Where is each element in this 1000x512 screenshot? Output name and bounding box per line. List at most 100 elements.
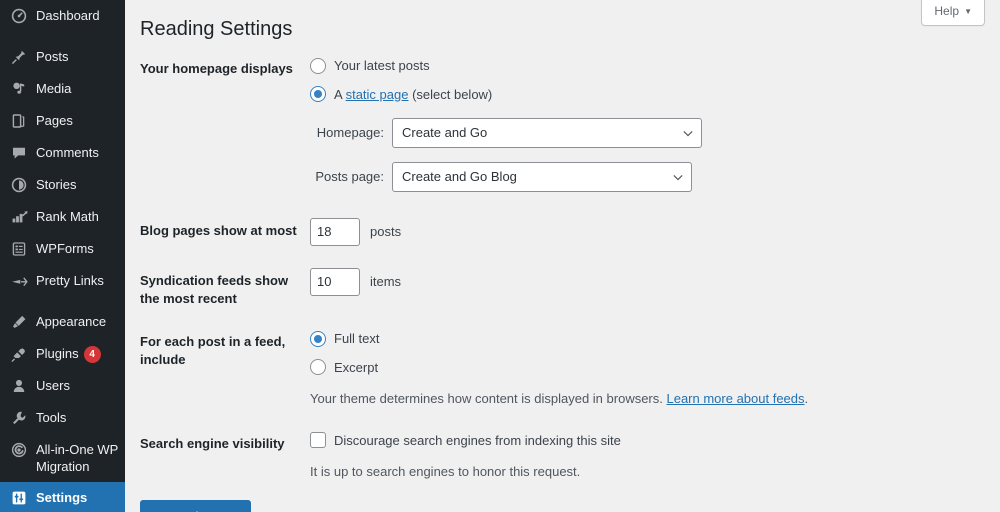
learn-more-feeds-link[interactable]: Learn more about feeds [666, 391, 804, 406]
posts-page-select[interactable]: Create and Go Blog [392, 162, 692, 192]
sidebar-item-label: Pretty Links [36, 273, 104, 288]
radio-latest-posts-label: Your latest posts [334, 58, 430, 73]
sidebar-item-label: Appearance [36, 314, 107, 329]
checkbox-discourage-search-label: Discourage search engines from indexing … [334, 432, 621, 448]
tools-icon [9, 409, 29, 427]
help-tab-wrapper: Help ▼ [921, 0, 985, 26]
appearance-icon [9, 313, 29, 331]
sidebar-item-label: Tools [36, 410, 67, 426]
posts-page-select-value: Create and Go Blog [402, 169, 517, 185]
static-page-text-before: A [334, 86, 346, 102]
row-syndication: Syndication feeds show the most recent 1… [140, 256, 920, 317]
radio-static-page-control[interactable] [310, 86, 326, 103]
sidebar-item-rank-math[interactable]: Rank Math [0, 201, 125, 233]
label-syndication: Syndication feeds show the most recent [140, 273, 289, 306]
main-content-area: Help ▼ Reading Settings Your homepage dis… [125, 0, 1000, 512]
row-blog-pages: Blog pages show at most 18 posts [140, 206, 920, 256]
media-icon [9, 80, 29, 98]
sidebar-item-pretty-links[interactable]: Pretty Links [0, 265, 125, 297]
feed-desc-before: Your theme determines how content is dis… [310, 391, 667, 407]
sidebar-item-label: Posts [36, 49, 69, 64]
help-button[interactable]: Help ▼ [921, 0, 985, 26]
sidebar-item-label: Stories [36, 177, 77, 192]
sidebar-item-settings[interactable]: Settings [0, 482, 125, 512]
label-homepage-displays: Your homepage displays [140, 61, 293, 76]
chevron-down-icon [673, 174, 683, 181]
radio-full-text-label: Full text [334, 331, 380, 347]
homepage-select-row: Homepage: Create and Go [310, 118, 910, 148]
sidebar-item-media[interactable]: Media [0, 73, 125, 105]
page-title: Reading Settings [140, 18, 293, 40]
label-blog-pages: Blog pages show at most [140, 223, 297, 238]
sidebar-item-label: Dashboard [36, 8, 100, 23]
reading-settings-form: Your homepage displays Your latest posts… [125, 42, 1000, 512]
blog-pages-suffix: posts [370, 224, 402, 240]
blog-pages-row: 18 posts [310, 218, 910, 246]
checkbox-discourage-search[interactable]: Discourage search engines from indexing … [310, 431, 910, 451]
sidebar-item-label: Media [36, 81, 72, 96]
sidebar-item-label: All-in-One WP Migration [36, 442, 119, 475]
sidebar-item-label: Pages [36, 113, 73, 128]
sidebar-item-posts[interactable]: Posts [0, 41, 125, 73]
feed-desc-after: . [804, 391, 809, 407]
row-search-visibility: Search engine visibility Discourage sear… [140, 419, 920, 492]
plugins-icon [9, 345, 29, 363]
sidebar-item-badge: 4 [83, 346, 101, 364]
wpforms-icon [9, 240, 29, 258]
settings-icon [9, 489, 29, 507]
chevron-down-icon [683, 130, 693, 137]
stories-icon [9, 176, 29, 194]
sidebar-item-label: Users [36, 378, 70, 394]
homepage-select[interactable]: Create and Go [392, 118, 702, 148]
radio-static-page[interactable]: A static page (select below) [310, 85, 910, 105]
sidebar-item-comments[interactable]: Comments [0, 137, 125, 169]
sidebar-item-label: Settings [36, 490, 88, 506]
sidebar-item-pages[interactable]: Pages [0, 105, 125, 137]
radio-latest-posts-control[interactable] [310, 57, 326, 74]
label-feed-include: For each post in a feed, include [140, 334, 286, 367]
blog-pages-input[interactable]: 18 [310, 218, 360, 246]
sidebar-item-label: WPForms [36, 241, 94, 256]
sidebar-item-appearance[interactable]: Appearance [0, 306, 125, 338]
row-feed-include: For each post in a feed, include Full te… [140, 317, 920, 419]
sidebar-item-tools[interactable]: Tools [0, 402, 125, 434]
static-page-link[interactable]: static page [346, 87, 409, 102]
field-feed-include: Full text Excerpt Your theme determines … [310, 317, 920, 419]
sidebar-item-label: Comments [36, 145, 99, 160]
radio-excerpt-control[interactable] [310, 359, 326, 376]
sidebar-item-dashboard[interactable]: Dashboard [0, 0, 125, 32]
wordpress-admin-screen: Dashboard Posts Media Pages Comments Stories R… [0, 0, 1000, 512]
row-homepage-displays: Your homepage displays Your latest posts… [140, 42, 920, 206]
radio-latest-posts[interactable]: Your latest posts [310, 56, 910, 76]
users-icon [9, 377, 29, 395]
syndication-row: 10 items [310, 268, 910, 296]
homepage-select-label: Homepage: [316, 125, 384, 141]
comments-icon [9, 144, 29, 162]
sidebar-item-plugins[interactable]: Plugins 4 [0, 338, 125, 370]
pretty-links-icon [9, 272, 29, 290]
help-button-label: Help [934, 4, 960, 18]
save-changes-button[interactable]: Save Changes [140, 499, 252, 512]
field-syndication: 10 items [310, 256, 920, 317]
checkbox-discourage-search-control[interactable] [310, 432, 326, 449]
sidebar-item-all-in-one-wp-migration[interactable]: All-in-One WP Migration [0, 434, 125, 482]
all-in-one-wp-migration-icon [9, 441, 29, 459]
pin-icon [9, 48, 29, 66]
radio-excerpt[interactable]: Excerpt [310, 358, 910, 378]
sidebar-item-stories[interactable]: Stories [0, 169, 125, 201]
sidebar-item-label: Rank Math [36, 209, 99, 224]
posts-page-select-label: Posts page: [315, 169, 384, 185]
radio-full-text-control[interactable] [310, 330, 326, 347]
radio-excerpt-label: Excerpt [334, 359, 379, 375]
search-visibility-note: It is up to search engines to honor this… [310, 464, 581, 480]
feed-include-description: Your theme determines how content is dis… [310, 389, 910, 409]
label-search-visibility: Search engine visibility [140, 435, 285, 451]
radio-full-text[interactable]: Full text [310, 329, 910, 349]
homepage-select-value: Create and Go [402, 125, 488, 141]
sidebar-item-wpforms[interactable]: WPForms [0, 233, 125, 265]
sidebar-item-users[interactable]: Users [0, 370, 125, 402]
syndication-input[interactable]: 10 [310, 268, 360, 296]
sidebar-item-label: Plugins 4 [36, 345, 125, 364]
posts-page-select-row: Posts page: Create and Go Blog [310, 162, 910, 192]
admin-sidebar: Dashboard Posts Media Pages Comments Stories R… [0, 0, 125, 512]
